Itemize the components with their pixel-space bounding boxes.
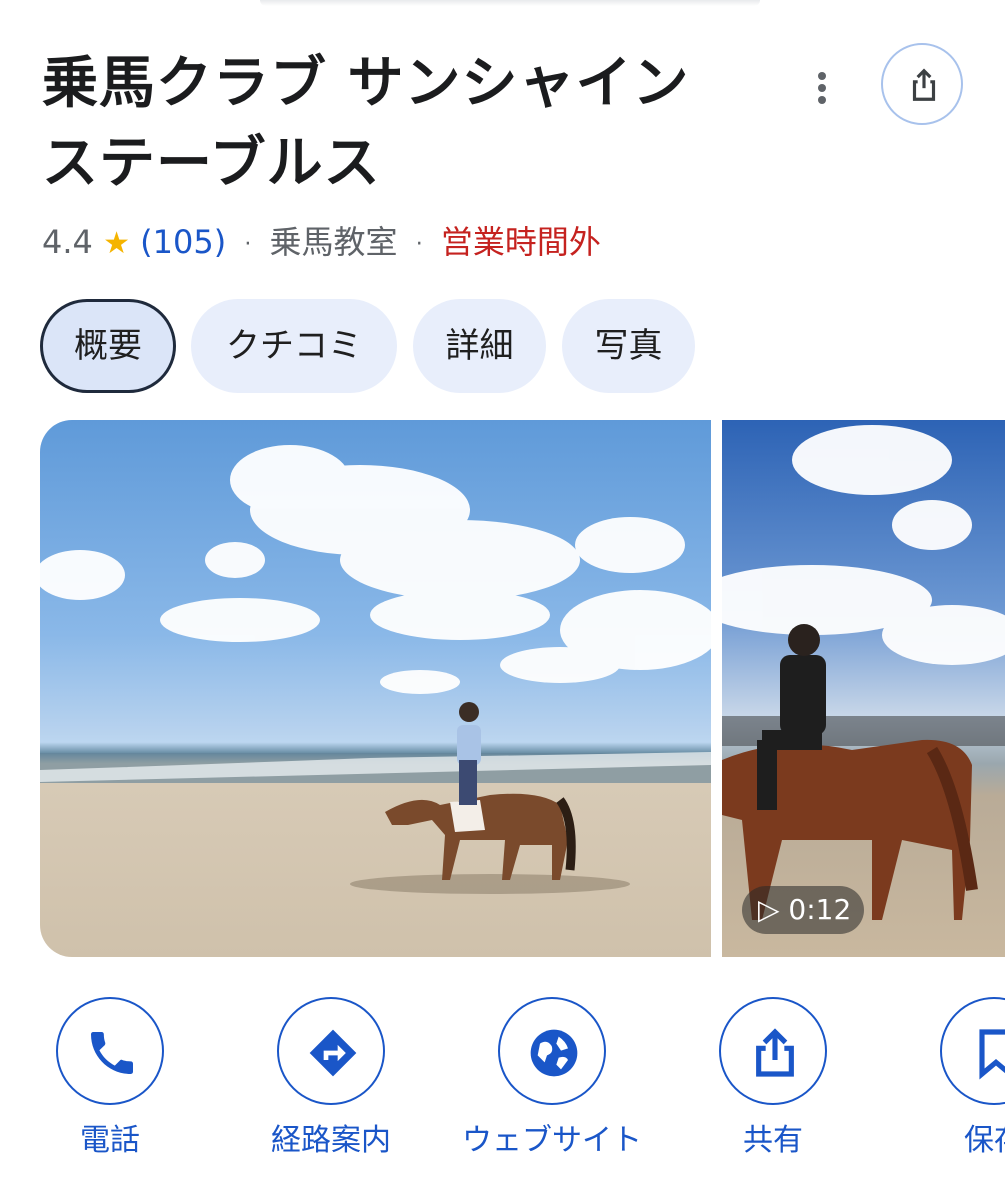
more-vert-icon xyxy=(818,72,826,80)
directions-icon xyxy=(309,1029,357,1077)
beach-scene-illustration xyxy=(40,445,711,894)
tab-overview[interactable]: 概要 xyxy=(40,299,176,393)
share-icon xyxy=(912,68,936,101)
share-label: 共有 xyxy=(743,1123,803,1158)
place-title-line-2: ステーブルス xyxy=(42,131,381,196)
phone-icon xyxy=(91,1032,133,1074)
directions-label: 経路案内 xyxy=(271,1123,391,1158)
website-label: ウェブサイト xyxy=(462,1123,642,1158)
rating-value: 4.4 xyxy=(42,223,93,261)
rider-silhouette xyxy=(457,702,481,805)
bookmark-icon xyxy=(979,1029,1005,1080)
tab-photos[interactable]: 写真 xyxy=(562,299,695,393)
review-count-link[interactable]: (105) xyxy=(140,223,226,261)
share-button[interactable]: 共有 xyxy=(663,997,883,1197)
video-thumbnail-arena-ride[interactable]: ▷ 0:12 xyxy=(722,420,1005,957)
photo-beach-horse-ride[interactable] xyxy=(40,420,711,957)
share-icon xyxy=(756,1028,794,1077)
directions-button-circle xyxy=(277,997,385,1105)
more-options-button[interactable] xyxy=(800,66,844,110)
share-button-top[interactable] xyxy=(881,43,963,125)
tab-details[interactable]: 詳細 xyxy=(413,299,546,393)
call-button[interactable]: 電話 xyxy=(0,997,220,1197)
open-status: 営業時間外 xyxy=(440,223,601,261)
website-button-circle xyxy=(498,997,606,1105)
directions-button[interactable]: 経路案内 xyxy=(221,997,441,1197)
globe-icon xyxy=(530,1029,578,1077)
call-label: 電話 xyxy=(80,1123,140,1158)
place-meta: 4.4 ★ (105) · 乗馬教室 · 営業時間外 xyxy=(42,220,601,264)
place-title: 乗馬クラブ サンシャイン ステーブルス xyxy=(42,44,762,204)
arena-scene-illustration xyxy=(722,425,1005,920)
tab-reviews[interactable]: クチコミ xyxy=(191,299,397,393)
share-button-circle xyxy=(719,997,827,1105)
action-bar: 電話 経路案内 ウェブサイト 共有 保 xyxy=(0,997,1005,1197)
save-button-circle xyxy=(940,997,1005,1105)
separator: · xyxy=(244,232,252,257)
video-duration-badge: ▷ 0:12 xyxy=(742,886,864,934)
save-label: 保存 xyxy=(964,1123,1005,1158)
more-vert-icon-dot xyxy=(818,84,826,92)
save-button[interactable]: 保存 xyxy=(884,997,1005,1197)
more-vert-icon-dot xyxy=(818,96,826,104)
place-title-line-1: 乗馬クラブ サンシャイン xyxy=(42,51,690,116)
website-button[interactable]: ウェブサイト xyxy=(442,997,662,1197)
star-icon: ★ xyxy=(103,226,130,261)
category-label: 乗馬教室 xyxy=(269,223,398,261)
sheet-top-edge xyxy=(260,0,760,6)
horse-silhouette xyxy=(385,793,576,880)
call-button-circle xyxy=(56,997,164,1105)
separator: · xyxy=(415,232,423,257)
